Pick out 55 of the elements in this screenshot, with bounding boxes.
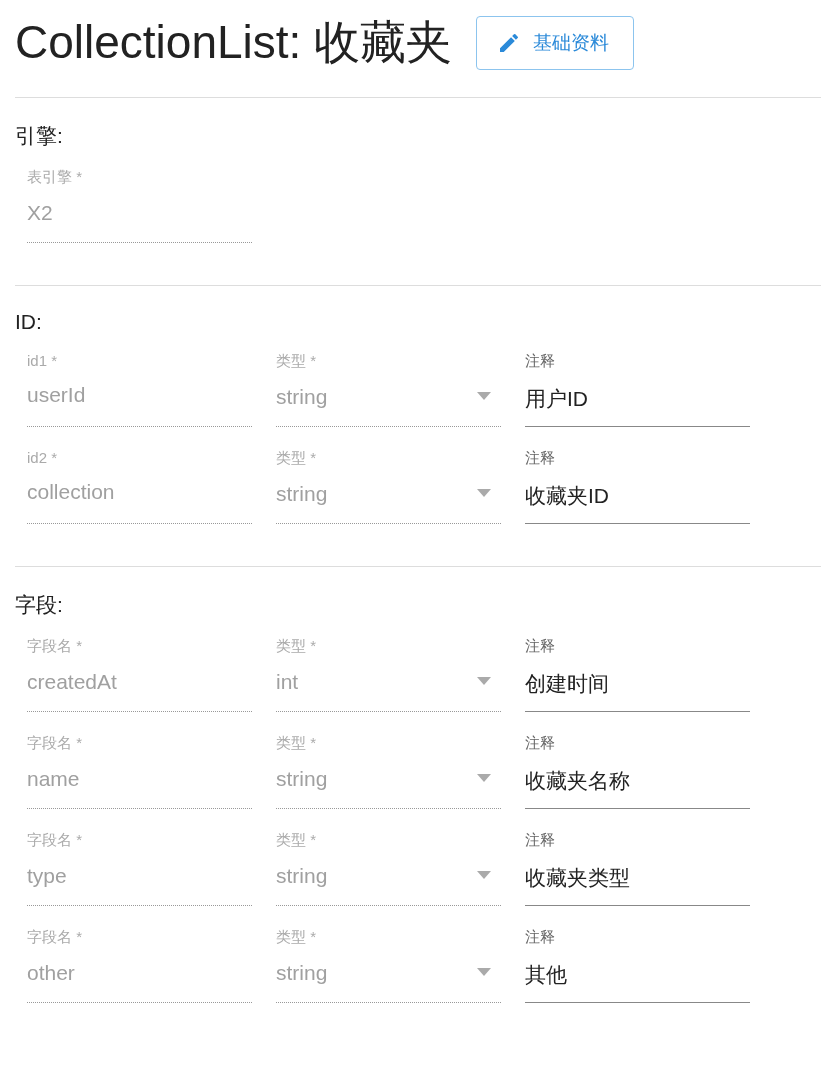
field-value: 收藏夹类型 [525, 865, 630, 891]
dropdown-caret-icon [477, 489, 491, 497]
dropdown-caret-icon [477, 968, 491, 976]
field-value: string [276, 482, 328, 506]
text-field[interactable]: 注释 创建时间 [525, 627, 750, 712]
field-label: 注释 [525, 831, 556, 850]
text-field[interactable]: 注释 收藏夹ID [525, 439, 750, 524]
text-field[interactable]: 注释 收藏夹类型 [525, 821, 750, 906]
edit-button[interactable]: 基础资料 [476, 16, 635, 70]
field-label: 字段名 * [27, 831, 83, 850]
field-value: createdAt [27, 670, 117, 694]
field-label: 类型 * [276, 734, 317, 753]
field-label: 字段名 * [27, 928, 83, 947]
field-value: type [27, 864, 67, 888]
field-label: id1 * [27, 352, 59, 369]
field-value: X2 [27, 201, 53, 225]
field-label: 字段名 * [27, 734, 83, 753]
field-value: other [27, 961, 75, 985]
page-title: CollectionList: 收藏夹 [15, 15, 453, 70]
field-value: string [276, 767, 328, 791]
dropdown-caret-icon [477, 677, 491, 685]
field-value: string [276, 864, 328, 888]
field-value: string [276, 385, 328, 409]
field-label: 类型 * [276, 637, 317, 656]
field-value: userId [27, 383, 86, 407]
dropdown-caret-icon [477, 392, 491, 400]
field-label: 表引擎 * [27, 168, 83, 187]
dropdown-caret-icon [477, 871, 491, 879]
field-label: 注释 [525, 352, 556, 371]
field-label: id2 * [27, 449, 59, 466]
field-label: 类型 * [276, 831, 317, 850]
dropdown-caret-icon [477, 774, 491, 782]
field-label: 类型 * [276, 928, 317, 947]
field-label: 注释 [525, 928, 556, 947]
section-heading: ID: [15, 310, 43, 334]
text-field[interactable]: 注释 其他 [525, 918, 750, 1003]
field-value: 收藏夹ID [525, 483, 609, 509]
field-value: int [276, 670, 299, 694]
field-label: 字段名 * [27, 637, 83, 656]
section-heading: 引擎: [15, 123, 64, 149]
field-value: 其他 [525, 962, 567, 988]
field-value: 用户ID [525, 386, 588, 412]
text-field[interactable]: 注释 用户ID [525, 342, 750, 427]
field-value: 创建时间 [525, 671, 609, 697]
field-label: 注释 [525, 734, 556, 753]
field-value: collection [27, 480, 115, 504]
section-heading: 字段: [15, 592, 64, 618]
field-value: string [276, 961, 328, 985]
text-field[interactable]: 注释 收藏夹名称 [525, 724, 750, 809]
field-label: 类型 * [276, 352, 317, 371]
field-label: 注释 [525, 449, 556, 468]
field-value: name [27, 767, 80, 791]
field-label: 注释 [525, 637, 556, 656]
field-value: 收藏夹名称 [525, 768, 630, 794]
field-label: 类型 * [276, 449, 317, 468]
